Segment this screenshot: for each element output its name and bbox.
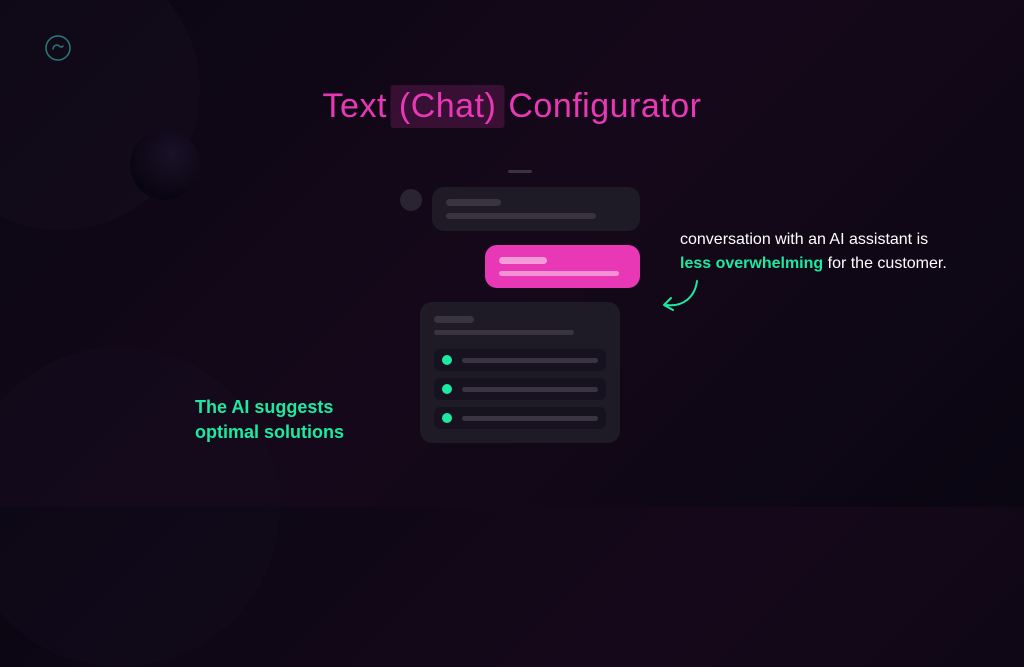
brand-logo-icon xyxy=(44,34,72,62)
title-prefix: Text xyxy=(323,87,387,126)
chat-bubble-user xyxy=(485,245,640,288)
chat-row-assistant xyxy=(400,187,640,231)
caption-right-highlight: less overwhelming xyxy=(680,255,823,272)
caption-left: The AI suggests optimal solutions xyxy=(195,395,375,445)
option-row xyxy=(434,349,606,371)
bullet-icon xyxy=(442,384,452,394)
placeholder-line xyxy=(462,358,598,363)
caption-right-tail: for the customer. xyxy=(823,255,947,272)
placeholder-line xyxy=(499,257,547,264)
page-title: Text (Chat) Configurator xyxy=(323,85,702,128)
placeholder-line xyxy=(462,416,598,421)
title-highlight: (Chat) xyxy=(391,85,504,128)
drag-handle-icon xyxy=(508,170,532,173)
background-circle-small xyxy=(130,130,200,200)
title-suffix: Configurator xyxy=(508,87,701,126)
caption-right-line1: conversation with an AI assistant is xyxy=(680,231,928,248)
placeholder-line xyxy=(462,387,598,392)
placeholder-line xyxy=(499,271,619,276)
placeholder-line xyxy=(434,330,574,335)
option-row xyxy=(434,378,606,400)
placeholder-line xyxy=(434,316,474,323)
bullet-icon xyxy=(442,355,452,365)
chat-row-user xyxy=(400,245,640,288)
chat-mockup xyxy=(400,170,640,443)
bullet-icon xyxy=(442,413,452,423)
avatar-icon xyxy=(400,189,422,211)
arrow-curved-icon xyxy=(655,275,705,319)
option-row xyxy=(434,407,606,429)
placeholder-line xyxy=(446,213,596,219)
placeholder-line xyxy=(446,199,501,206)
caption-right: conversation with an AI assistant is les… xyxy=(680,228,980,276)
chat-bubble-options xyxy=(420,302,620,443)
chat-bubble-assistant xyxy=(432,187,640,231)
